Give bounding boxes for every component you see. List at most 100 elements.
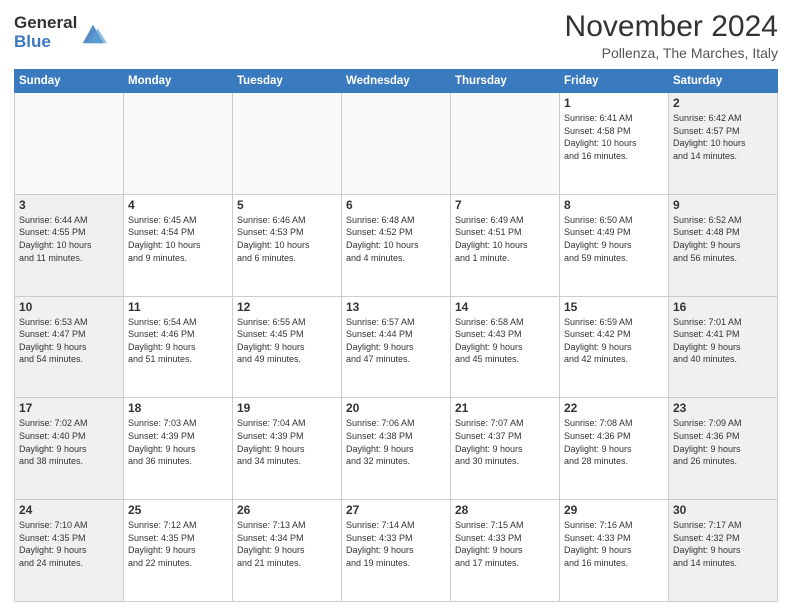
calendar-cell: 7 Sunrise: 6:49 AM Sunset: 4:51 PM Daylig… <box>451 194 560 296</box>
day-number: 15 <box>564 300 664 314</box>
day-info: Sunrise: 6:49 AM Sunset: 4:51 PM Dayligh… <box>455 214 555 264</box>
day-number: 3 <box>19 198 119 212</box>
day-number: 22 <box>564 401 664 415</box>
calendar-cell: 11 Sunrise: 6:54 AM Sunset: 4:46 PM Dayli… <box>124 296 233 398</box>
day-number: 25 <box>128 503 228 517</box>
calendar-cell: 5Sunrise: 6:46 AM Sunset: 4:53 PM Daylig… <box>233 194 342 296</box>
header-row: Sunday Monday Tuesday Wednesday Thursday… <box>15 70 778 93</box>
day-number: 26 <box>237 503 337 517</box>
day-info: Sunrise: 7:09 AM Sunset: 4:36 PM Dayligh… <box>673 417 773 467</box>
calendar-cell: 15 Sunrise: 6:59 AM Sunset: 4:42 PM Dayli… <box>560 296 669 398</box>
day-info: Sunrise: 6:57 AM Sunset: 4:44 PM Dayligh… <box>346 316 446 366</box>
day-number: 7 <box>455 198 555 212</box>
day-number: 20 <box>346 401 446 415</box>
calendar-cell: 17 Sunrise: 7:02 AM Sunset: 4:40 PM Dayli… <box>15 398 124 500</box>
day-info: Sunrise: 7:07 AM Sunset: 4:37 PM Dayligh… <box>455 417 555 467</box>
calendar-cell: 14 Sunrise: 6:58 AM Sunset: 4:43 PM Dayli… <box>451 296 560 398</box>
calendar-body: 1Sunrise: 6:41 AM Sunset: 4:58 PM Daylig… <box>15 93 778 602</box>
calendar-cell <box>451 93 560 195</box>
calendar-week-4: 17 Sunrise: 7:02 AM Sunset: 4:40 PM Dayli… <box>15 398 778 500</box>
day-number: 27 <box>346 503 446 517</box>
day-info: Sunrise: 7:12 AM Sunset: 4:35 PM Dayligh… <box>128 519 228 569</box>
day-info: Sunrise: 7:16 AM Sunset: 4:33 PM Dayligh… <box>564 519 664 569</box>
day-info: Sunrise: 6:45 AM Sunset: 4:54 PM Dayligh… <box>128 214 228 264</box>
day-info: Sunrise: 7:15 AM Sunset: 4:33 PM Dayligh… <box>455 519 555 569</box>
day-info: Sunrise: 6:48 AM Sunset: 4:52 PM Dayligh… <box>346 214 446 264</box>
day-info: Sunrise: 7:08 AM Sunset: 4:36 PM Dayligh… <box>564 417 664 467</box>
calendar-cell: 1Sunrise: 6:41 AM Sunset: 4:58 PM Daylig… <box>560 93 669 195</box>
calendar-cell: 22 Sunrise: 7:08 AM Sunset: 4:36 PM Dayli… <box>560 398 669 500</box>
calendar-cell <box>124 93 233 195</box>
day-number: 11 <box>128 300 228 314</box>
day-number: 10 <box>19 300 119 314</box>
calendar-cell: 21Sunrise: 7:07 AM Sunset: 4:37 PM Dayli… <box>451 398 560 500</box>
day-number: 2 <box>673 96 773 110</box>
calendar-cell: 16 Sunrise: 7:01 AM Sunset: 4:41 PM Dayli… <box>669 296 778 398</box>
calendar-week-2: 3Sunrise: 6:44 AM Sunset: 4:55 PM Daylig… <box>15 194 778 296</box>
day-number: 28 <box>455 503 555 517</box>
day-number: 24 <box>19 503 119 517</box>
page: General Blue November 2024 Pollenza, The… <box>0 0 792 612</box>
calendar-cell: 19 Sunrise: 7:04 AM Sunset: 4:39 PM Dayli… <box>233 398 342 500</box>
logo-blue: Blue <box>14 33 77 52</box>
calendar-cell: 23Sunrise: 7:09 AM Sunset: 4:36 PM Dayli… <box>669 398 778 500</box>
day-number: 17 <box>19 401 119 415</box>
calendar-cell <box>15 93 124 195</box>
calendar-cell: 12 Sunrise: 6:55 AM Sunset: 4:45 PM Dayli… <box>233 296 342 398</box>
calendar-cell: 8Sunrise: 6:50 AM Sunset: 4:49 PM Daylig… <box>560 194 669 296</box>
day-number: 18 <box>128 401 228 415</box>
col-friday: Friday <box>560 70 669 93</box>
day-info: Sunrise: 6:58 AM Sunset: 4:43 PM Dayligh… <box>455 316 555 366</box>
calendar-cell: 30 Sunrise: 7:17 AM Sunset: 4:32 PM Dayli… <box>669 500 778 602</box>
day-number: 14 <box>455 300 555 314</box>
col-monday: Monday <box>124 70 233 93</box>
day-info: Sunrise: 7:02 AM Sunset: 4:40 PM Dayligh… <box>19 417 119 467</box>
day-number: 9 <box>673 198 773 212</box>
calendar-cell: 24 Sunrise: 7:10 AM Sunset: 4:35 PM Dayli… <box>15 500 124 602</box>
calendar-cell: 3Sunrise: 6:44 AM Sunset: 4:55 PM Daylig… <box>15 194 124 296</box>
calendar-cell: 20 Sunrise: 7:06 AM Sunset: 4:38 PM Dayli… <box>342 398 451 500</box>
calendar-cell: 2 Sunrise: 6:42 AM Sunset: 4:57 PM Daylig… <box>669 93 778 195</box>
calendar-header: Sunday Monday Tuesday Wednesday Thursday… <box>15 70 778 93</box>
day-number: 4 <box>128 198 228 212</box>
day-number: 30 <box>673 503 773 517</box>
day-info: Sunrise: 7:06 AM Sunset: 4:38 PM Dayligh… <box>346 417 446 467</box>
day-info: Sunrise: 6:59 AM Sunset: 4:42 PM Dayligh… <box>564 316 664 366</box>
day-number: 5 <box>237 198 337 212</box>
logo-general: General <box>14 14 77 33</box>
calendar-week-1: 1Sunrise: 6:41 AM Sunset: 4:58 PM Daylig… <box>15 93 778 195</box>
calendar-week-5: 24 Sunrise: 7:10 AM Sunset: 4:35 PM Dayli… <box>15 500 778 602</box>
day-info: Sunrise: 7:17 AM Sunset: 4:32 PM Dayligh… <box>673 519 773 569</box>
day-number: 16 <box>673 300 773 314</box>
day-info: Sunrise: 7:04 AM Sunset: 4:39 PM Dayligh… <box>237 417 337 467</box>
day-number: 6 <box>346 198 446 212</box>
day-info: Sunrise: 6:53 AM Sunset: 4:47 PM Dayligh… <box>19 316 119 366</box>
day-info: Sunrise: 6:55 AM Sunset: 4:45 PM Dayligh… <box>237 316 337 366</box>
day-info: Sunrise: 7:10 AM Sunset: 4:35 PM Dayligh… <box>19 519 119 569</box>
logo-icon <box>79 19 107 47</box>
calendar-cell: 28 Sunrise: 7:15 AM Sunset: 4:33 PM Dayli… <box>451 500 560 602</box>
day-info: Sunrise: 6:54 AM Sunset: 4:46 PM Dayligh… <box>128 316 228 366</box>
calendar-cell: 9 Sunrise: 6:52 AM Sunset: 4:48 PM Daylig… <box>669 194 778 296</box>
calendar-cell: 29 Sunrise: 7:16 AM Sunset: 4:33 PM Dayli… <box>560 500 669 602</box>
col-thursday: Thursday <box>451 70 560 93</box>
calendar-cell: 6 Sunrise: 6:48 AM Sunset: 4:52 PM Daylig… <box>342 194 451 296</box>
day-info: Sunrise: 6:42 AM Sunset: 4:57 PM Dayligh… <box>673 112 773 162</box>
calendar-cell: 10 Sunrise: 6:53 AM Sunset: 4:47 PM Dayli… <box>15 296 124 398</box>
day-info: Sunrise: 7:01 AM Sunset: 4:41 PM Dayligh… <box>673 316 773 366</box>
day-number: 8 <box>564 198 664 212</box>
calendar-cell: 18Sunrise: 7:03 AM Sunset: 4:39 PM Dayli… <box>124 398 233 500</box>
calendar-cell: 26Sunrise: 7:13 AM Sunset: 4:34 PM Dayli… <box>233 500 342 602</box>
calendar-week-3: 10 Sunrise: 6:53 AM Sunset: 4:47 PM Dayli… <box>15 296 778 398</box>
day-number: 29 <box>564 503 664 517</box>
calendar-cell <box>233 93 342 195</box>
day-number: 12 <box>237 300 337 314</box>
calendar-cell: 25 Sunrise: 7:12 AM Sunset: 4:35 PM Dayli… <box>124 500 233 602</box>
title-section: November 2024 Pollenza, The Marches, Ita… <box>565 10 778 61</box>
logo-text: General Blue <box>14 14 77 51</box>
day-number: 19 <box>237 401 337 415</box>
calendar-table: Sunday Monday Tuesday Wednesday Thursday… <box>14 69 778 602</box>
day-info: Sunrise: 6:52 AM Sunset: 4:48 PM Dayligh… <box>673 214 773 264</box>
location: Pollenza, The Marches, Italy <box>565 45 778 61</box>
col-tuesday: Tuesday <box>233 70 342 93</box>
